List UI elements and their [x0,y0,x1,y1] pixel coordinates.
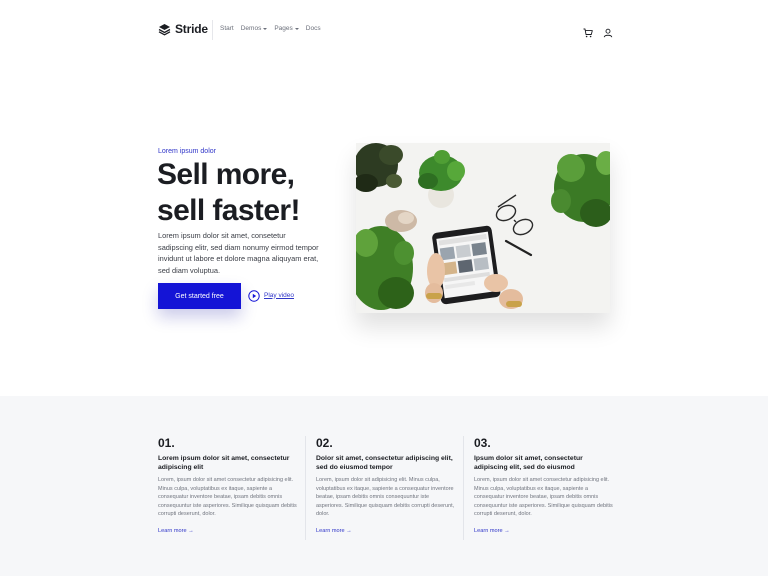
play-circle-icon [248,289,260,302]
nav-link-label: Demos [240,25,262,32]
hero-title-line-1: Sell more, [157,158,295,191]
layers-logo-icon [158,23,171,36]
feature-card-1: 01. Lorem ipsum dolor sit amet, consecte… [158,436,298,537]
feature-body: Lorem, ipsum dolor sit adipisicing elit.… [316,477,455,518]
navbar: Stride Start Demos Pages Docs [0,0,768,62]
hero-title-line-2: sell faster! [157,194,300,227]
feature-body: Lorem, ipsum dolor sit amet consectetur … [474,477,613,518]
brand-name: Stride [175,22,208,36]
hero-title: Sell more, sell faster! [157,157,357,229]
feature-card-2: 02. Dolor sit amet, consectetur adipisci… [316,436,456,537]
hero-description: Lorem ipsum dolor sit amet, consetetur s… [158,231,319,275]
feature-number: 03. [474,436,491,450]
nav-actions [583,25,613,38]
nav-links: Start Demos Pages Docs [220,25,321,32]
nav-link-label: Docs [305,25,321,32]
nav-divider [212,20,213,40]
features-section: 01. Lorem ipsum dolor sit amet, consecte… [0,396,768,576]
learn-more-link[interactable]: Learn more → [316,528,352,534]
play-video-label: Play video [264,291,294,299]
feature-number: 02. [316,436,333,450]
cart-icon[interactable] [583,25,593,38]
plant-top-left [356,143,403,192]
chevron-down-icon [263,27,268,30]
user-icon[interactable] [603,25,613,38]
feature-title: Lorem ipsum dolor sit amet, consectetur … [158,455,290,471]
feature-card-3: 03. Ipsum dolor sit amet, consectetur ad… [474,436,614,537]
chevron-down-icon [294,27,299,30]
feature-number: 01. [158,436,175,450]
nav-link-label: Start [220,25,234,32]
nav-link-pages[interactable]: Pages [274,25,299,32]
rock [385,210,417,232]
learn-more-link[interactable]: Learn more → [474,528,510,534]
play-video-link[interactable]: Play video [248,289,294,302]
feature-title: Dolor sit amet, consectetur adipiscing e… [316,455,453,471]
feature-title: Ipsum dolor sit amet, consectetur adipis… [474,455,583,471]
feature-body: Lorem, ipsum dolor sit amet consectetur … [158,477,297,518]
feature-divider [463,436,464,540]
nav-link-start[interactable]: Start [220,25,234,32]
feature-divider [305,436,306,540]
hero-eyebrow: Lorem ipsum dolor [158,148,216,155]
learn-more-link[interactable]: Learn more → [158,528,194,534]
nav-link-demos[interactable]: Demos [241,25,268,32]
brand-logo[interactable]: Stride [158,22,208,36]
nav-link-docs[interactable]: Docs [306,25,321,32]
hero-image [356,143,610,313]
nav-link-label: Pages [274,25,293,32]
get-started-button[interactable]: Get started free [158,283,241,309]
